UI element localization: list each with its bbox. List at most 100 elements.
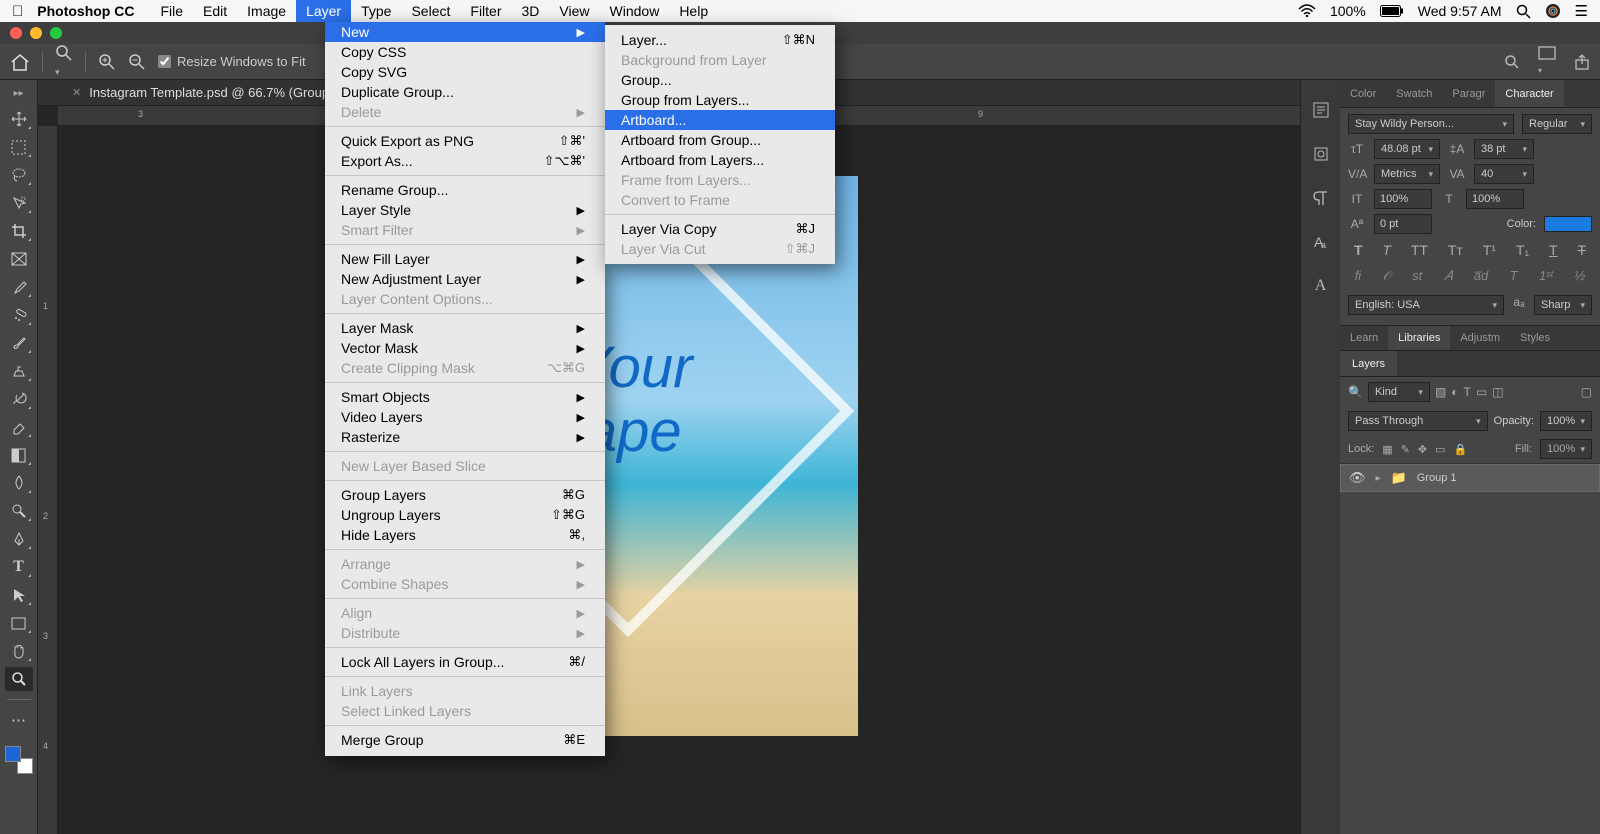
tab-color[interactable]: Color [1340, 80, 1386, 107]
tab-styles[interactable]: Styles [1510, 326, 1560, 350]
filter-toggle[interactable]: ▢ [1581, 385, 1592, 399]
leading-input[interactable]: 38 pt▾ [1474, 139, 1534, 159]
kerning-select[interactable]: Metrics▾ [1374, 164, 1440, 184]
app-name[interactable]: Photoshop CC [37, 3, 134, 19]
lock-paint-icon[interactable]: ✎ [1401, 443, 1410, 456]
new-submenu-item[interactable]: Layer...⇧⌘N [605, 30, 835, 50]
hscale-input[interactable]: 100% [1466, 189, 1524, 209]
layer-item-group1[interactable]: 👁 ▸ 📁 Group 1 [1340, 464, 1600, 492]
layer-menu-item[interactable]: New Adjustment Layer▶ [325, 269, 605, 289]
toolbar-toggle[interactable]: ▸▸ [13, 88, 23, 99]
tab-libraries[interactable]: Libraries [1388, 326, 1450, 350]
tab-character[interactable]: Character [1495, 80, 1563, 107]
menu-3d[interactable]: 3D [512, 0, 550, 22]
clone-stamp-tool[interactable] [5, 359, 33, 383]
close-tab-icon[interactable]: ✕ [72, 86, 81, 99]
font-size-input[interactable]: 48.08 pt▾ [1374, 139, 1440, 159]
lock-all-icon[interactable]: 🔒 [1454, 443, 1468, 456]
filter-smart-icon[interactable]: ◫ [1492, 385, 1503, 399]
quick-select-tool[interactable] [5, 191, 33, 215]
lock-pos-icon[interactable]: ✥ [1418, 443, 1427, 456]
tab-paragraph[interactable]: Paragr [1442, 80, 1495, 107]
traffic-close[interactable] [10, 27, 22, 39]
dock-paragraph-icon[interactable] [1309, 186, 1333, 210]
tab-layers[interactable]: Layers [1340, 351, 1397, 376]
layer-menu-item[interactable]: New▶ [325, 22, 605, 42]
zoom-tool-icon[interactable]: ▾ [55, 44, 73, 80]
move-tool[interactable] [5, 107, 33, 131]
tab-adjustments[interactable]: Adjustm [1450, 326, 1510, 350]
ot-ad[interactable]: a̅d [1474, 268, 1488, 284]
disclosure-icon[interactable]: ▸ [1376, 473, 1381, 484]
superscript[interactable]: T¹ [1483, 242, 1496, 258]
all-caps[interactable]: TT [1411, 242, 1428, 258]
filter-shape-icon[interactable]: ▭ [1476, 385, 1487, 399]
lock-artboard-icon[interactable]: ▭ [1435, 443, 1445, 456]
menu-help[interactable]: Help [669, 0, 718, 22]
menu-file[interactable]: File [150, 0, 193, 22]
pen-tool[interactable] [5, 527, 33, 551]
layer-menu-item[interactable]: Smart Objects▶ [325, 387, 605, 407]
menu-edit[interactable]: Edit [193, 0, 237, 22]
zoom-out-icon[interactable] [128, 53, 146, 71]
layer-menu-item[interactable]: Rasterize▶ [325, 427, 605, 447]
layer-menu-item[interactable]: Layer Style▶ [325, 200, 605, 220]
layer-menu-item[interactable]: Group Layers⌘G [325, 485, 605, 505]
opacity-input[interactable]: 100%▾ [1540, 411, 1592, 431]
traffic-zoom[interactable] [50, 27, 62, 39]
tab-swatches[interactable]: Swatch [1386, 80, 1442, 107]
menu-view[interactable]: View [549, 0, 599, 22]
language-select[interactable]: English: USA▾ [1348, 295, 1504, 315]
dock-glyphs-icon[interactable]: Aa [1309, 230, 1333, 254]
siri-icon[interactable] [1545, 3, 1561, 19]
tracking-input[interactable]: 40▾ [1474, 164, 1534, 184]
filter-type-icon[interactable]: T [1464, 385, 1471, 399]
layer-menu-item[interactable]: Video Layers▶ [325, 407, 605, 427]
eraser-tool[interactable] [5, 415, 33, 439]
strikethrough[interactable]: T [1577, 242, 1586, 258]
antialias-select[interactable]: Sharp▾ [1534, 295, 1592, 315]
brush-tool[interactable] [5, 331, 33, 355]
new-submenu-item[interactable]: Layer Via Copy⌘J [605, 219, 835, 239]
resize-windows-input[interactable] [158, 55, 171, 68]
filter-kind-select[interactable]: Kind▾ [1368, 382, 1430, 402]
new-submenu-item[interactable]: Artboard... [605, 110, 835, 130]
faux-bold[interactable]: T [1354, 242, 1363, 258]
healing-brush-tool[interactable] [5, 303, 33, 327]
fill-input[interactable]: 100%▾ [1540, 439, 1592, 459]
menu-window[interactable]: Window [600, 0, 670, 22]
baseline-input[interactable]: 0 pt [1374, 214, 1432, 234]
ot-a[interactable]: 𝐴 [1444, 268, 1453, 284]
traffic-minimize[interactable] [30, 27, 42, 39]
ot-frac[interactable]: ½ [1574, 268, 1585, 284]
eyedropper-tool[interactable] [5, 275, 33, 299]
layer-menu-item[interactable]: Rename Group... [325, 180, 605, 200]
share-icon[interactable] [1574, 54, 1590, 70]
new-submenu-item[interactable]: Group from Layers... [605, 90, 835, 110]
layer-menu-item[interactable]: Ungroup Layers⇧⌘G [325, 505, 605, 525]
rectangle-tool[interactable] [5, 611, 33, 635]
type-tool[interactable]: T [5, 555, 33, 579]
control-center-icon[interactable]: ☰ [1575, 2, 1588, 20]
ot-fi[interactable]: fi [1355, 268, 1362, 284]
hand-tool[interactable] [5, 639, 33, 663]
color-swatches[interactable] [5, 746, 33, 774]
visibility-icon[interactable]: 👁 [1349, 470, 1366, 486]
dock-history-icon[interactable] [1309, 98, 1333, 122]
small-caps[interactable]: Tᴛ [1448, 242, 1463, 258]
dock-brushes-icon[interactable] [1309, 142, 1333, 166]
filter-pixel-icon[interactable]: ▧ [1435, 385, 1446, 399]
gradient-tool[interactable] [5, 443, 33, 467]
path-select-tool[interactable] [5, 583, 33, 607]
faux-italic[interactable]: T [1382, 242, 1391, 258]
font-style-select[interactable]: Regular▾ [1522, 114, 1592, 134]
menu-layer[interactable]: Layer [296, 0, 351, 22]
history-brush-tool[interactable] [5, 387, 33, 411]
filter-adjust-icon[interactable]: ◐ [1451, 385, 1458, 399]
ot-swash[interactable]: 𝒪 [1383, 268, 1391, 284]
home-button[interactable] [10, 53, 30, 71]
menu-image[interactable]: Image [237, 0, 296, 22]
zoom-tool[interactable] [5, 667, 33, 691]
layer-menu-item[interactable]: Vector Mask▶ [325, 338, 605, 358]
layer-menu-item[interactable]: New Fill Layer▶ [325, 249, 605, 269]
